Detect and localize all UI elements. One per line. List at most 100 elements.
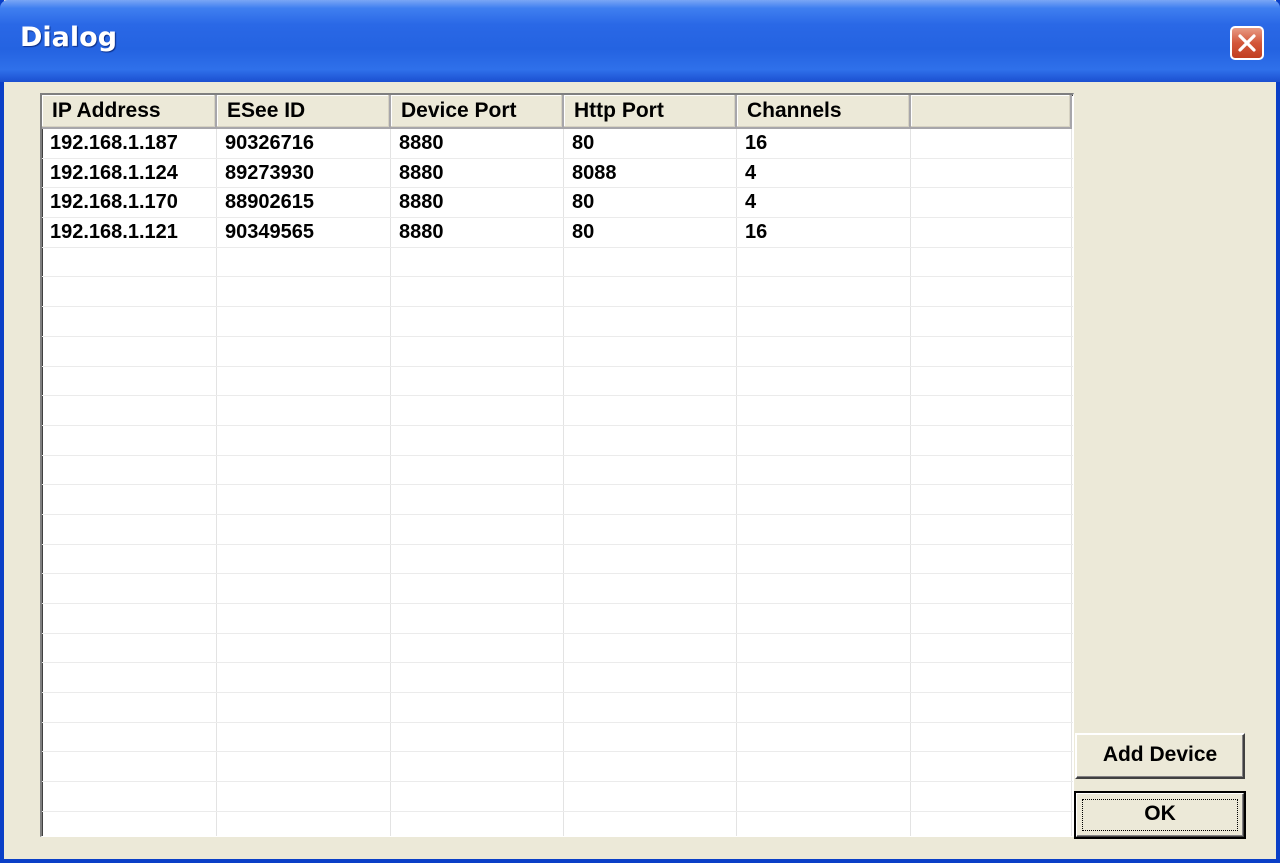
table-cell (911, 396, 1072, 425)
table-cell (737, 455, 911, 485)
table-cell (737, 722, 911, 752)
table-cell (564, 277, 737, 307)
empty-row[interactable] (42, 514, 1073, 545)
empty-row[interactable] (42, 425, 1073, 456)
empty-row[interactable] (42, 247, 1073, 278)
table-cell (42, 307, 217, 336)
empty-row[interactable] (42, 722, 1073, 753)
table-cell: 4 (737, 188, 911, 218)
empty-row[interactable] (42, 336, 1073, 367)
table-cell (737, 633, 911, 663)
table-cell (737, 811, 911, 836)
table-cell (737, 752, 911, 782)
empty-row[interactable] (42, 455, 1073, 486)
table-cell (911, 752, 1072, 782)
table-cell (391, 663, 564, 693)
table-cell: 89273930 (217, 158, 391, 188)
table-cell (391, 693, 564, 722)
table-cell (217, 307, 391, 336)
device-list[interactable]: IP Address ESee ID Device Port Http Port… (40, 93, 1074, 837)
table-cell (911, 693, 1072, 722)
table-cell (911, 366, 1072, 396)
column-header-channels[interactable]: Channels (737, 95, 911, 129)
table-cell (737, 336, 911, 366)
empty-row[interactable] (42, 752, 1073, 783)
empty-row[interactable] (42, 633, 1073, 664)
table-cell (391, 366, 564, 396)
table-cell: 192.168.1.121 (42, 218, 217, 247)
ok-button[interactable]: OK (1074, 791, 1246, 839)
table-row[interactable]: 192.168.1.170 88902615 8880 80 4 (42, 188, 1073, 219)
table-cell (217, 514, 391, 544)
table-cell (911, 722, 1072, 752)
table-cell (564, 633, 737, 663)
table-cell (911, 663, 1072, 693)
table-cell (391, 782, 564, 811)
empty-row[interactable] (42, 782, 1073, 812)
empty-row[interactable] (42, 811, 1073, 836)
table-cell (217, 663, 391, 693)
table-cell (911, 158, 1072, 188)
column-header-esee-id[interactable]: ESee ID (217, 95, 391, 129)
table-cell (42, 752, 217, 782)
table-cell (911, 247, 1072, 277)
table-cell (911, 782, 1072, 811)
close-button[interactable] (1230, 26, 1264, 60)
table-cell (217, 277, 391, 307)
table-cell (911, 129, 1072, 158)
empty-row[interactable] (42, 277, 1073, 308)
table-cell (737, 782, 911, 811)
column-header-http-port[interactable]: Http Port (564, 95, 737, 129)
table-cell (42, 722, 217, 752)
table-cell (42, 693, 217, 722)
title-bar[interactable]: Dialog (0, 0, 1280, 82)
table-row[interactable]: 192.168.1.187 90326716 8880 80 16 (42, 129, 1073, 159)
table-cell: 90349565 (217, 218, 391, 247)
column-header-blank[interactable] (911, 95, 1072, 129)
table-cell: 4 (737, 158, 911, 188)
focus-rectangle (1082, 799, 1238, 831)
table-cell (42, 455, 217, 485)
table-cell (391, 425, 564, 455)
add-device-button[interactable]: Add Device (1075, 733, 1245, 779)
table-cell (42, 336, 217, 366)
table-cell (564, 811, 737, 836)
table-cell (737, 396, 911, 425)
table-cell (391, 722, 564, 752)
table-cell (217, 633, 391, 663)
column-header-ip-address[interactable]: IP Address (42, 95, 217, 129)
table-cell (42, 485, 217, 514)
table-cell (391, 307, 564, 336)
table-cell (217, 693, 391, 722)
table-cell (564, 455, 737, 485)
table-cell (737, 574, 911, 603)
table-cell (564, 366, 737, 396)
empty-row[interactable] (42, 544, 1073, 575)
table-cell (911, 336, 1072, 366)
empty-row[interactable] (42, 485, 1073, 515)
empty-row[interactable] (42, 663, 1073, 694)
empty-row[interactable] (42, 366, 1073, 397)
table-cell (564, 693, 737, 722)
table-row[interactable]: 192.168.1.124 89273930 8880 8088 4 (42, 158, 1073, 189)
table-cell (217, 752, 391, 782)
column-header-device-port[interactable]: Device Port (391, 95, 564, 129)
table-cell (737, 604, 911, 633)
table-cell (217, 425, 391, 455)
table-cell (42, 544, 217, 574)
empty-row[interactable] (42, 307, 1073, 337)
table-cell (42, 633, 217, 663)
table-cell: 80 (564, 218, 737, 247)
table-cell (217, 782, 391, 811)
empty-row[interactable] (42, 693, 1073, 723)
table-cell (217, 366, 391, 396)
empty-row[interactable] (42, 604, 1073, 634)
table-cell (217, 722, 391, 752)
table-cell (564, 336, 737, 366)
table-cell (391, 396, 564, 425)
table-row[interactable]: 192.168.1.121 90349565 8880 80 16 (42, 218, 1073, 248)
table-cell: 16 (737, 218, 911, 247)
empty-row[interactable] (42, 574, 1073, 604)
table-cell: 8880 (391, 188, 564, 218)
empty-row[interactable] (42, 396, 1073, 426)
